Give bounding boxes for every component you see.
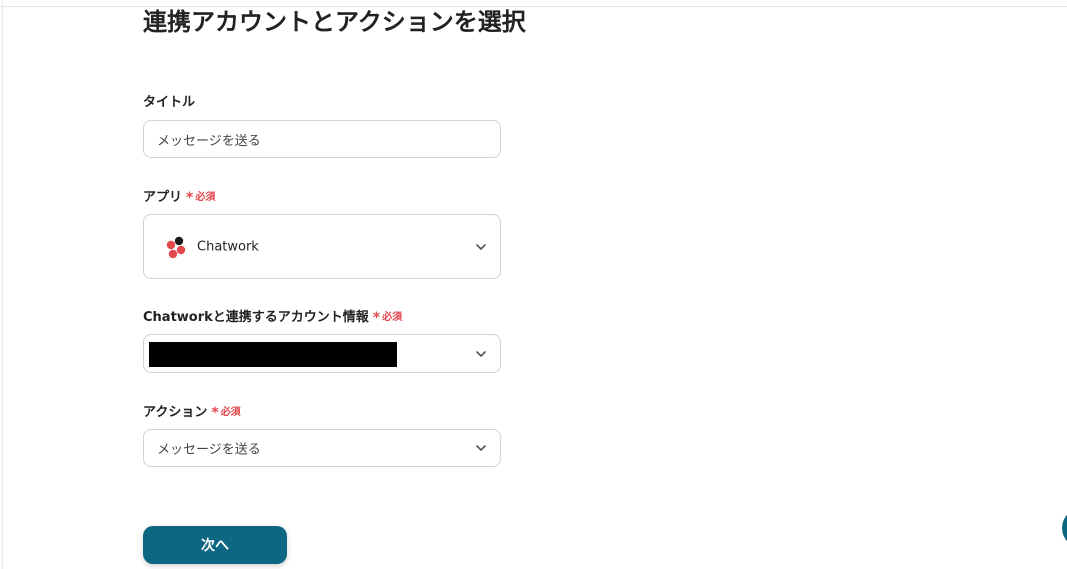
required-badge: 必須: [195, 192, 216, 203]
chatwork-logo-icon: [166, 236, 186, 258]
title-field-label-text: タイトル: [143, 95, 196, 110]
account-field-label: Chatworkと連携するアカウント情報 * 必須: [143, 309, 402, 327]
chevron-down-icon: [476, 243, 486, 250]
required-asterisk: *: [211, 405, 219, 421]
account-field-label-text: Chatworkと連携するアカウント情報: [143, 310, 369, 325]
title-field-label: タイトル: [143, 94, 195, 112]
required-badge: 必須: [220, 407, 241, 418]
account-select[interactable]: [143, 334, 501, 373]
selected-action: メッセージを送る: [157, 442, 261, 458]
title-input-box: [143, 120, 501, 158]
form-page: 連携アカウントとアクションを選択 タイトル アプリ * 必須 Chatwork …: [0, 0, 1067, 569]
action-field-label: アクション * 必須: [143, 404, 241, 422]
chevron-down-icon: [476, 350, 486, 357]
app-field-label: アプリ * 必須: [143, 189, 215, 207]
title-input[interactable]: [144, 121, 500, 157]
selected-app-name: Chatwork: [197, 239, 259, 254]
page-title: 連携アカウントとアクションを選択: [143, 8, 526, 36]
left-divider: [2, 0, 3, 569]
next-button[interactable]: 次へ: [143, 526, 287, 564]
app-field-label-text: アプリ: [143, 190, 183, 205]
required-asterisk: *: [186, 190, 194, 206]
redacted-account-value: [149, 342, 397, 367]
action-field-label-text: アクション: [143, 405, 208, 420]
required-asterisk: *: [372, 310, 381, 326]
floating-help-button[interactable]: [1062, 508, 1067, 548]
app-select[interactable]: Chatwork: [143, 214, 501, 279]
chevron-down-icon: [476, 445, 486, 451]
required-badge: 必須: [382, 312, 403, 323]
action-select[interactable]: メッセージを送る: [143, 429, 501, 467]
